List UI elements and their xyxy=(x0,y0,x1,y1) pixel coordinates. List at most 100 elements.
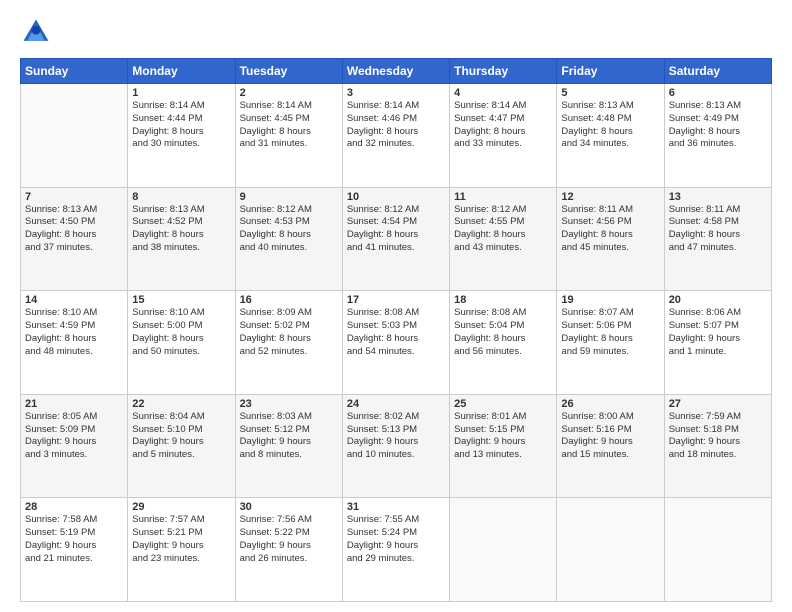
day-info: Sunset: 5:12 PM xyxy=(240,424,338,437)
calendar-cell: 13Sunrise: 8:11 AMSunset: 4:58 PMDayligh… xyxy=(664,187,771,291)
day-info: Sunset: 5:04 PM xyxy=(454,320,552,333)
day-info: and 43 minutes. xyxy=(454,242,552,255)
day-info: Sunrise: 8:00 AM xyxy=(561,411,659,424)
calendar-cell: 8Sunrise: 8:13 AMSunset: 4:52 PMDaylight… xyxy=(128,187,235,291)
weekday-header: Monday xyxy=(128,59,235,84)
day-number: 19 xyxy=(561,294,659,306)
day-info: and 47 minutes. xyxy=(669,242,767,255)
day-info: Sunrise: 8:14 AM xyxy=(132,100,230,113)
day-info: Daylight: 9 hours xyxy=(240,540,338,553)
day-info: Daylight: 8 hours xyxy=(240,126,338,139)
weekday-header: Thursday xyxy=(450,59,557,84)
day-info: Sunset: 5:15 PM xyxy=(454,424,552,437)
day-info: Sunrise: 8:13 AM xyxy=(669,100,767,113)
day-info: Daylight: 8 hours xyxy=(669,126,767,139)
day-info: Sunset: 4:48 PM xyxy=(561,113,659,126)
day-info: and 38 minutes. xyxy=(132,242,230,255)
day-number: 9 xyxy=(240,191,338,203)
calendar-cell: 2Sunrise: 8:14 AMSunset: 4:45 PMDaylight… xyxy=(235,84,342,188)
day-info: Daylight: 8 hours xyxy=(669,229,767,242)
day-number: 13 xyxy=(669,191,767,203)
calendar-cell: 16Sunrise: 8:09 AMSunset: 5:02 PMDayligh… xyxy=(235,291,342,395)
page: SundayMondayTuesdayWednesdayThursdayFrid… xyxy=(0,0,792,612)
day-info: and 1 minute. xyxy=(669,346,767,359)
day-number: 14 xyxy=(25,294,123,306)
day-info: Sunset: 5:21 PM xyxy=(132,527,230,540)
day-info: and 36 minutes. xyxy=(669,138,767,151)
calendar-cell: 5Sunrise: 8:13 AMSunset: 4:48 PMDaylight… xyxy=(557,84,664,188)
calendar-cell: 21Sunrise: 8:05 AMSunset: 5:09 PMDayligh… xyxy=(21,394,128,498)
day-number: 2 xyxy=(240,87,338,99)
calendar-cell: 31Sunrise: 7:55 AMSunset: 5:24 PMDayligh… xyxy=(342,498,449,602)
day-info: Sunset: 5:06 PM xyxy=(561,320,659,333)
day-info: Sunrise: 8:02 AM xyxy=(347,411,445,424)
day-number: 3 xyxy=(347,87,445,99)
day-info: Sunrise: 8:13 AM xyxy=(132,204,230,217)
day-info: and 56 minutes. xyxy=(454,346,552,359)
day-number: 15 xyxy=(132,294,230,306)
day-info: Sunrise: 8:08 AM xyxy=(454,307,552,320)
day-info: and 52 minutes. xyxy=(240,346,338,359)
day-info: Sunset: 4:44 PM xyxy=(132,113,230,126)
weekday-header: Wednesday xyxy=(342,59,449,84)
day-info: Sunset: 5:02 PM xyxy=(240,320,338,333)
day-number: 22 xyxy=(132,398,230,410)
day-info: Sunset: 5:07 PM xyxy=(669,320,767,333)
day-info: and 15 minutes. xyxy=(561,449,659,462)
calendar-cell: 19Sunrise: 8:07 AMSunset: 5:06 PMDayligh… xyxy=(557,291,664,395)
day-info: Sunset: 4:46 PM xyxy=(347,113,445,126)
day-info: and 40 minutes. xyxy=(240,242,338,255)
calendar-cell: 1Sunrise: 8:14 AMSunset: 4:44 PMDaylight… xyxy=(128,84,235,188)
day-info: and 13 minutes. xyxy=(454,449,552,462)
day-info: Sunset: 5:13 PM xyxy=(347,424,445,437)
day-info: and 21 minutes. xyxy=(25,553,123,566)
day-info: and 45 minutes. xyxy=(561,242,659,255)
day-info: Sunrise: 8:08 AM xyxy=(347,307,445,320)
day-info: Sunset: 4:45 PM xyxy=(240,113,338,126)
logo-icon xyxy=(20,16,52,48)
day-number: 8 xyxy=(132,191,230,203)
calendar-cell: 15Sunrise: 8:10 AMSunset: 5:00 PMDayligh… xyxy=(128,291,235,395)
day-info: Daylight: 9 hours xyxy=(132,540,230,553)
calendar-cell: 10Sunrise: 8:12 AMSunset: 4:54 PMDayligh… xyxy=(342,187,449,291)
day-info: Sunrise: 8:14 AM xyxy=(454,100,552,113)
calendar-cell: 28Sunrise: 7:58 AMSunset: 5:19 PMDayligh… xyxy=(21,498,128,602)
calendar-cell: 22Sunrise: 8:04 AMSunset: 5:10 PMDayligh… xyxy=(128,394,235,498)
day-info: Sunset: 4:49 PM xyxy=(669,113,767,126)
logo xyxy=(20,16,56,48)
day-info: and 10 minutes. xyxy=(347,449,445,462)
day-number: 28 xyxy=(25,501,123,513)
day-info: Sunset: 5:16 PM xyxy=(561,424,659,437)
day-number: 6 xyxy=(669,87,767,99)
day-info: Sunrise: 8:10 AM xyxy=(132,307,230,320)
day-info: Sunrise: 7:57 AM xyxy=(132,514,230,527)
day-info: Daylight: 8 hours xyxy=(454,229,552,242)
day-info: Sunset: 4:55 PM xyxy=(454,216,552,229)
day-info: Daylight: 9 hours xyxy=(669,436,767,449)
day-info: Sunrise: 8:10 AM xyxy=(25,307,123,320)
day-number: 18 xyxy=(454,294,552,306)
calendar-cell xyxy=(450,498,557,602)
day-number: 26 xyxy=(561,398,659,410)
day-info: Sunset: 5:09 PM xyxy=(25,424,123,437)
calendar-cell: 14Sunrise: 8:10 AMSunset: 4:59 PMDayligh… xyxy=(21,291,128,395)
day-info: Daylight: 8 hours xyxy=(561,333,659,346)
day-info: Daylight: 8 hours xyxy=(347,126,445,139)
day-info: and 59 minutes. xyxy=(561,346,659,359)
day-info: Sunset: 5:24 PM xyxy=(347,527,445,540)
day-info: Sunset: 4:59 PM xyxy=(25,320,123,333)
day-info: Sunrise: 8:13 AM xyxy=(25,204,123,217)
day-info: Daylight: 8 hours xyxy=(132,126,230,139)
day-info: and 5 minutes. xyxy=(132,449,230,462)
day-info: Sunrise: 8:05 AM xyxy=(25,411,123,424)
day-info: Daylight: 9 hours xyxy=(25,436,123,449)
calendar-cell: 12Sunrise: 8:11 AMSunset: 4:56 PMDayligh… xyxy=(557,187,664,291)
day-number: 17 xyxy=(347,294,445,306)
calendar-week-row: 7Sunrise: 8:13 AMSunset: 4:50 PMDaylight… xyxy=(21,187,772,291)
day-info: and 50 minutes. xyxy=(132,346,230,359)
day-info: Daylight: 9 hours xyxy=(454,436,552,449)
day-info: Sunrise: 8:04 AM xyxy=(132,411,230,424)
day-info: Sunset: 5:22 PM xyxy=(240,527,338,540)
calendar-cell: 30Sunrise: 7:56 AMSunset: 5:22 PMDayligh… xyxy=(235,498,342,602)
calendar-week-row: 21Sunrise: 8:05 AMSunset: 5:09 PMDayligh… xyxy=(21,394,772,498)
